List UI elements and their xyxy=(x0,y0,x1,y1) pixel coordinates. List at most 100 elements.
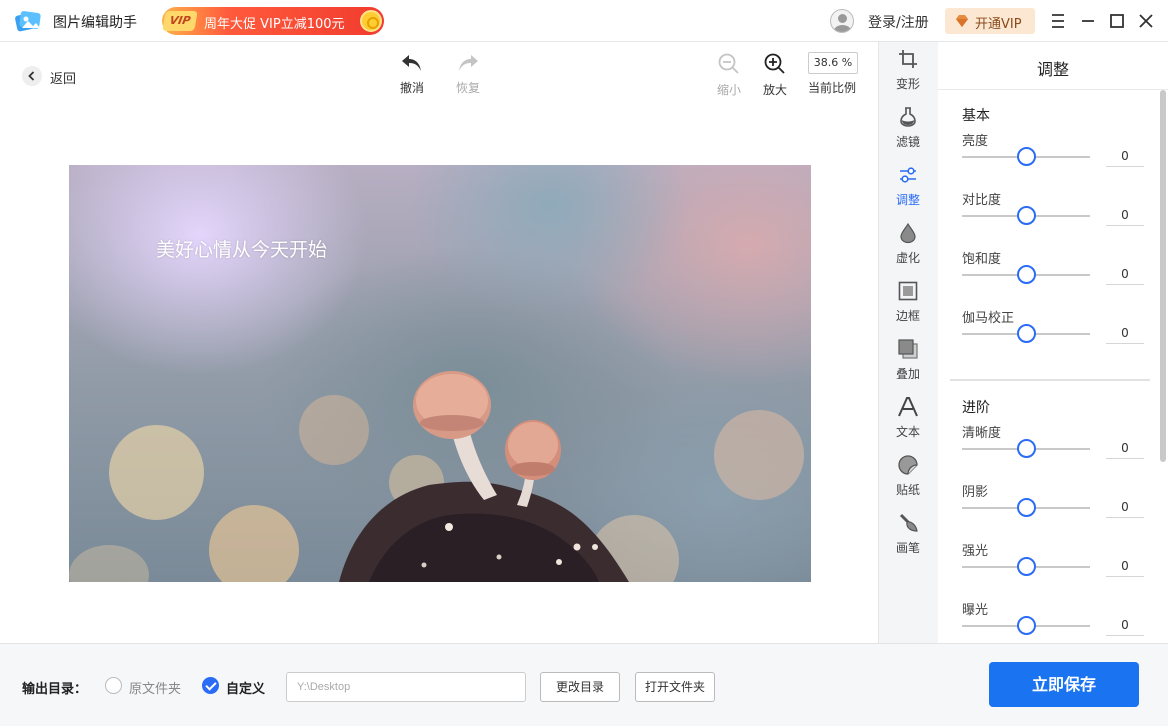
tool-brush[interactable]: 画笔 xyxy=(879,512,937,562)
open-vip-label: 开通VIP xyxy=(975,17,1022,32)
brightness-value[interactable]: 0 xyxy=(1106,145,1144,167)
exposure-row: 曝光 0 xyxy=(962,599,1152,649)
section-advanced-title: 进阶 xyxy=(962,400,990,416)
sliders-icon xyxy=(900,167,916,183)
zoom-out-button[interactable]: 缩小 xyxy=(709,52,749,97)
redo-label: 恢复 xyxy=(455,81,480,95)
menu-icon[interactable] xyxy=(1047,10,1069,32)
shadow-slider-thumb[interactable] xyxy=(1017,498,1036,517)
adjust-label: 饱和度 xyxy=(962,252,1002,267)
promo-text: 周年大促 VIP立减100元 xyxy=(204,17,345,32)
bottom-bar: 输出目录： 原文件夹 自定义 更改目录 打开文件夹 立即保存 xyxy=(0,643,1168,726)
adjust-label: 强光 xyxy=(962,544,989,559)
highlight-slider-thumb[interactable] xyxy=(1017,557,1036,576)
gamma-slider-thumb[interactable] xyxy=(1017,324,1036,343)
undo-button[interactable]: 撤消 xyxy=(392,52,432,96)
tool-filter[interactable]: 滤镜 xyxy=(879,106,937,156)
adjust-label: 对比度 xyxy=(962,193,1002,208)
tool-border[interactable]: 边框 xyxy=(879,280,937,330)
tool-blur[interactable]: 虚化 xyxy=(879,222,937,272)
shadow-value[interactable]: 0 xyxy=(1106,496,1144,518)
login-register-link[interactable]: 登录/注册 xyxy=(868,12,929,32)
output-dir-label: 输出目录： xyxy=(22,682,88,697)
overlay-icon xyxy=(898,339,918,359)
saturation-value[interactable]: 0 xyxy=(1106,263,1144,285)
clarity-slider-thumb[interactable] xyxy=(1017,439,1036,458)
brightness-slider-thumb[interactable] xyxy=(1017,147,1036,166)
output-path-input[interactable] xyxy=(286,672,526,702)
panel-divider xyxy=(938,89,1168,90)
radio-checked-icon xyxy=(202,677,219,694)
contrast-value[interactable]: 0 xyxy=(1106,204,1144,226)
brightness-row: 亮度 0 xyxy=(962,130,1152,180)
user-avatar-icon[interactable] xyxy=(830,9,854,33)
zoom-out-icon xyxy=(718,53,739,74)
undo-label: 撤消 xyxy=(399,81,424,95)
tool-label: 叠加 xyxy=(895,367,920,381)
adjust-label: 伽马校正 xyxy=(962,311,1015,326)
exposure-value[interactable]: 0 xyxy=(1106,614,1144,636)
tool-adjust[interactable]: 调整 xyxy=(879,164,937,214)
section-basic-title: 基本 xyxy=(962,108,990,124)
minimize-icon[interactable] xyxy=(1077,10,1099,32)
close-icon[interactable] xyxy=(1135,10,1157,32)
photo-caption-text[interactable]: 美好心情从今天开始 xyxy=(156,235,327,262)
change-directory-button[interactable]: 更改目录 xyxy=(540,672,620,702)
tool-overlay[interactable]: 叠加 xyxy=(879,338,937,388)
radio-label: 原文件夹 xyxy=(129,682,182,697)
panel-scrollbar[interactable] xyxy=(1160,90,1166,462)
open-vip-button[interactable]: 开通VIP xyxy=(945,8,1035,34)
promo-banner[interactable]: VIP 周年大促 VIP立减100元 xyxy=(162,7,384,35)
crop-icon xyxy=(899,50,917,68)
tool-text[interactable]: 文本 xyxy=(879,396,937,446)
frame-icon xyxy=(898,281,918,301)
save-now-button[interactable]: 立即保存 xyxy=(989,662,1139,707)
undo-icon xyxy=(402,55,421,71)
clarity-row: 清晰度 0 xyxy=(962,422,1152,472)
shadow-row: 阴影 0 xyxy=(962,481,1152,531)
gamma-value[interactable]: 0 xyxy=(1106,322,1144,344)
tool-crop[interactable]: 变形 xyxy=(879,48,937,98)
highlight-value[interactable]: 0 xyxy=(1106,555,1144,577)
diamond-icon xyxy=(956,15,968,27)
maximize-icon[interactable] xyxy=(1106,10,1128,32)
highlight-row: 强光 0 xyxy=(962,540,1152,590)
radio-unchecked-icon xyxy=(105,677,122,694)
radio-label: 自定义 xyxy=(226,682,266,697)
zoom-in-icon xyxy=(764,53,785,74)
back-label: 返回 xyxy=(50,72,77,87)
exposure-slider-thumb[interactable] xyxy=(1017,616,1036,635)
tool-label: 贴纸 xyxy=(895,483,920,497)
panel-title: 调整 xyxy=(1036,60,1069,79)
tool-label: 调整 xyxy=(895,193,920,207)
saturation-slider-thumb[interactable] xyxy=(1017,265,1036,284)
adjust-label: 曝光 xyxy=(962,603,989,618)
adjust-label: 清晰度 xyxy=(962,426,1002,441)
drop-icon xyxy=(900,222,916,244)
tool-label: 画笔 xyxy=(895,541,920,555)
section-divider xyxy=(950,379,1150,381)
zoom-in-label: 放大 xyxy=(762,83,787,97)
gamma-row: 伽马校正 0 xyxy=(962,307,1152,357)
zoom-out-label: 缩小 xyxy=(716,83,741,97)
coin-icon xyxy=(360,10,382,32)
clarity-value[interactable]: 0 xyxy=(1106,437,1144,459)
contrast-slider-thumb[interactable] xyxy=(1017,206,1036,225)
brush-icon xyxy=(899,513,918,532)
tool-label: 虚化 xyxy=(895,251,920,265)
zoom-value-box[interactable]: 38.6 % xyxy=(808,52,858,74)
photo-canvas[interactable]: 美好心情从今天开始 xyxy=(69,165,811,582)
title-bar: 图片编辑助手 VIP 周年大促 VIP立减100元 登录/注册 开通VIP xyxy=(0,0,1168,42)
tool-label: 滤镜 xyxy=(895,135,920,149)
open-folder-button[interactable]: 打开文件夹 xyxy=(635,672,715,702)
sticker-icon xyxy=(898,455,918,475)
tool-sticker[interactable]: 贴纸 xyxy=(879,454,937,504)
saturation-row: 饱和度 0 xyxy=(962,248,1152,298)
redo-button[interactable]: 恢复 xyxy=(448,52,488,96)
app-title: 图片编辑助手 xyxy=(53,15,137,31)
tool-label: 变形 xyxy=(895,77,920,91)
zoom-in-button[interactable]: 放大 xyxy=(755,52,795,97)
tool-label: 文本 xyxy=(895,425,920,439)
contrast-row: 对比度 0 xyxy=(962,189,1152,239)
promo-vip-tag: VIP xyxy=(162,11,198,31)
